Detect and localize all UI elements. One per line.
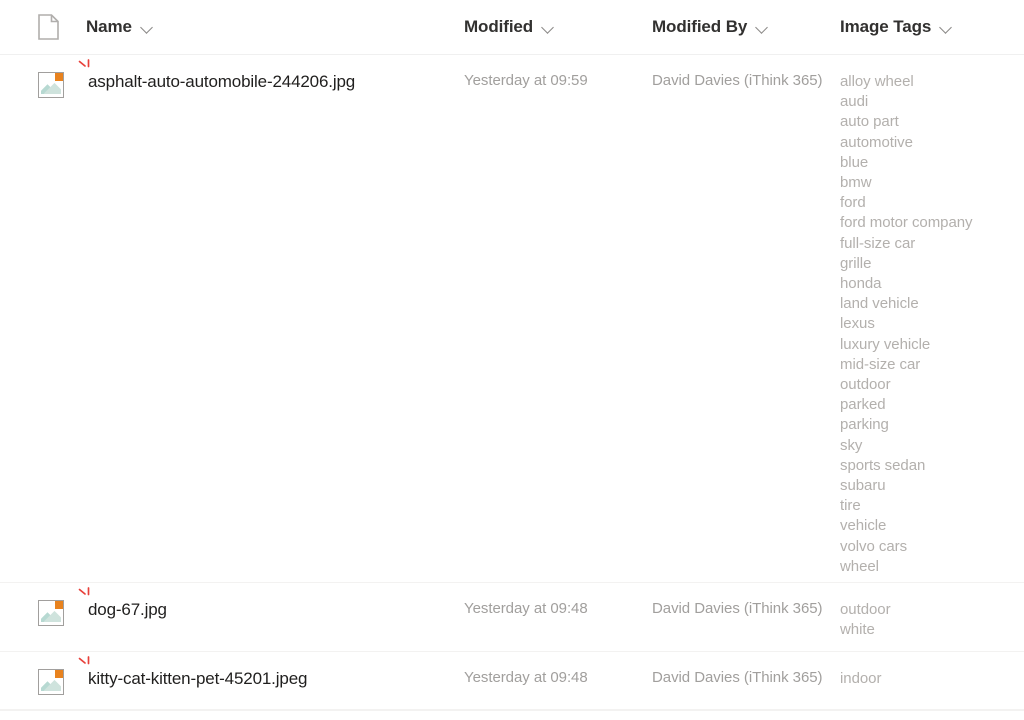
file-name-cell[interactable]: asphalt-auto-automobile-244206.jpg [78, 55, 464, 108]
image-badge-icon [55, 73, 63, 81]
file-name-link[interactable]: kitty-cat-kitten-pet-45201.jpeg [88, 669, 307, 689]
picture-icon [38, 669, 64, 695]
modified-by-cell: David Davies (iThink 365) [652, 583, 840, 634]
chevron-down-icon[interactable] [141, 21, 154, 34]
image-tags-list: alloy wheel audi auto part automotive blue bm… [840, 72, 1024, 577]
image-tag: outdoor [840, 376, 891, 394]
modified-value: Yesterday at 09:48 [464, 600, 588, 617]
image-tag: parking [840, 416, 889, 434]
column-header-name[interactable]: Name [86, 17, 464, 37]
image-tag: wheel [840, 557, 879, 575]
image-tag: alloy wheel [840, 73, 914, 90]
image-tag: honda [840, 275, 882, 293]
new-sparkle-icon [78, 59, 94, 73]
column-header-name-label: Name [86, 17, 132, 36]
image-tag: ford [840, 194, 866, 212]
image-badge-icon [55, 670, 63, 678]
column-header-image-tags[interactable]: Image Tags [840, 17, 1024, 37]
image-tag: parked [840, 396, 886, 414]
image-tag: indoor [840, 670, 882, 687]
image-tag: sky [840, 436, 863, 454]
column-header-modified[interactable]: Modified [464, 17, 652, 37]
modified-value: Yesterday at 09:48 [464, 669, 588, 686]
table-row[interactable]: asphalt-auto-automobile-244206.jpg Yeste… [0, 55, 1024, 583]
column-header-image-tags-label: Image Tags [840, 17, 932, 36]
table-row[interactable]: kitty-cat-kitten-pet-45201.jpeg Yesterda… [0, 652, 1024, 710]
image-tag: automotive [840, 133, 913, 151]
modified-cell: Yesterday at 09:59 [464, 55, 652, 106]
modified-by-value[interactable]: David Davies (iThink 365) [652, 72, 823, 89]
image-tag: ford motor company [840, 214, 973, 232]
image-tag: sports sedan [840, 456, 926, 474]
list-bottom-divider [0, 710, 1024, 711]
chevron-down-icon[interactable] [940, 21, 953, 34]
column-header-modified-by-label: Modified By [652, 17, 748, 36]
image-tag: auto part [840, 113, 899, 131]
image-tag: subaru [840, 477, 886, 495]
image-tag: audi [840, 93, 869, 111]
modified-value: Yesterday at 09:59 [464, 72, 588, 89]
modified-by-value[interactable]: David Davies (iThink 365) [652, 669, 823, 686]
image-tags-cell: outdoor white [840, 583, 1024, 656]
modified-by-cell: David Davies (iThink 365) [652, 652, 840, 703]
file-icon-cell [0, 583, 86, 642]
chevron-down-icon[interactable] [542, 21, 555, 34]
image-tag: white [840, 621, 875, 639]
image-tags-cell: alloy wheel audi auto part automotive blue bm… [840, 55, 1024, 593]
picture-icon [38, 72, 64, 98]
new-sparkle-icon [78, 656, 94, 670]
image-tag: outdoor [840, 601, 891, 618]
image-tag: bmw [840, 174, 872, 192]
file-name-cell[interactable]: kitty-cat-kitten-pet-45201.jpeg [78, 652, 464, 705]
modified-cell: Yesterday at 09:48 [464, 652, 652, 703]
image-tag: land vehicle [840, 295, 919, 313]
image-tag: tire [840, 497, 861, 515]
document-icon [38, 14, 59, 40]
new-sparkle-icon [78, 587, 94, 601]
picture-icon [38, 600, 64, 626]
image-tag: luxury vehicle [840, 335, 931, 353]
image-tag: mid-size car [840, 355, 921, 373]
modified-by-value[interactable]: David Davies (iThink 365) [652, 600, 823, 617]
column-header-modified-label: Modified [464, 17, 534, 36]
modified-cell: Yesterday at 09:48 [464, 583, 652, 634]
image-tag: blue [840, 153, 869, 171]
image-tag: volvo cars [840, 537, 908, 555]
image-tag: grille [840, 254, 872, 272]
table-row[interactable]: dog-67.jpg Yesterday at 09:48 David Davi… [0, 583, 1024, 652]
file-name-link[interactable]: asphalt-auto-automobile-244206.jpg [88, 72, 355, 92]
file-icon-cell [0, 55, 86, 114]
image-tag: vehicle [840, 517, 887, 535]
column-header-modified-by[interactable]: Modified By [652, 17, 840, 37]
file-icon-cell [0, 652, 86, 711]
list-header-row: Name Modified Modified By Image Tags [0, 0, 1024, 55]
image-tag: full-size car [840, 234, 916, 252]
chevron-down-icon[interactable] [756, 21, 769, 34]
column-header-file-type[interactable] [0, 14, 86, 40]
file-name-cell[interactable]: dog-67.jpg [78, 583, 464, 636]
image-tags-cell: indoor [840, 652, 1024, 705]
file-name-link[interactable]: dog-67.jpg [88, 600, 167, 620]
image-tags-list: indoor [840, 669, 1024, 689]
modified-by-cell: David Davies (iThink 365) [652, 55, 840, 106]
image-badge-icon [55, 601, 63, 609]
image-tag: lexus [840, 315, 875, 333]
image-tags-list: outdoor white [840, 600, 1024, 640]
document-library-file-list: Name Modified Modified By Image Tags asp… [0, 0, 1024, 720]
